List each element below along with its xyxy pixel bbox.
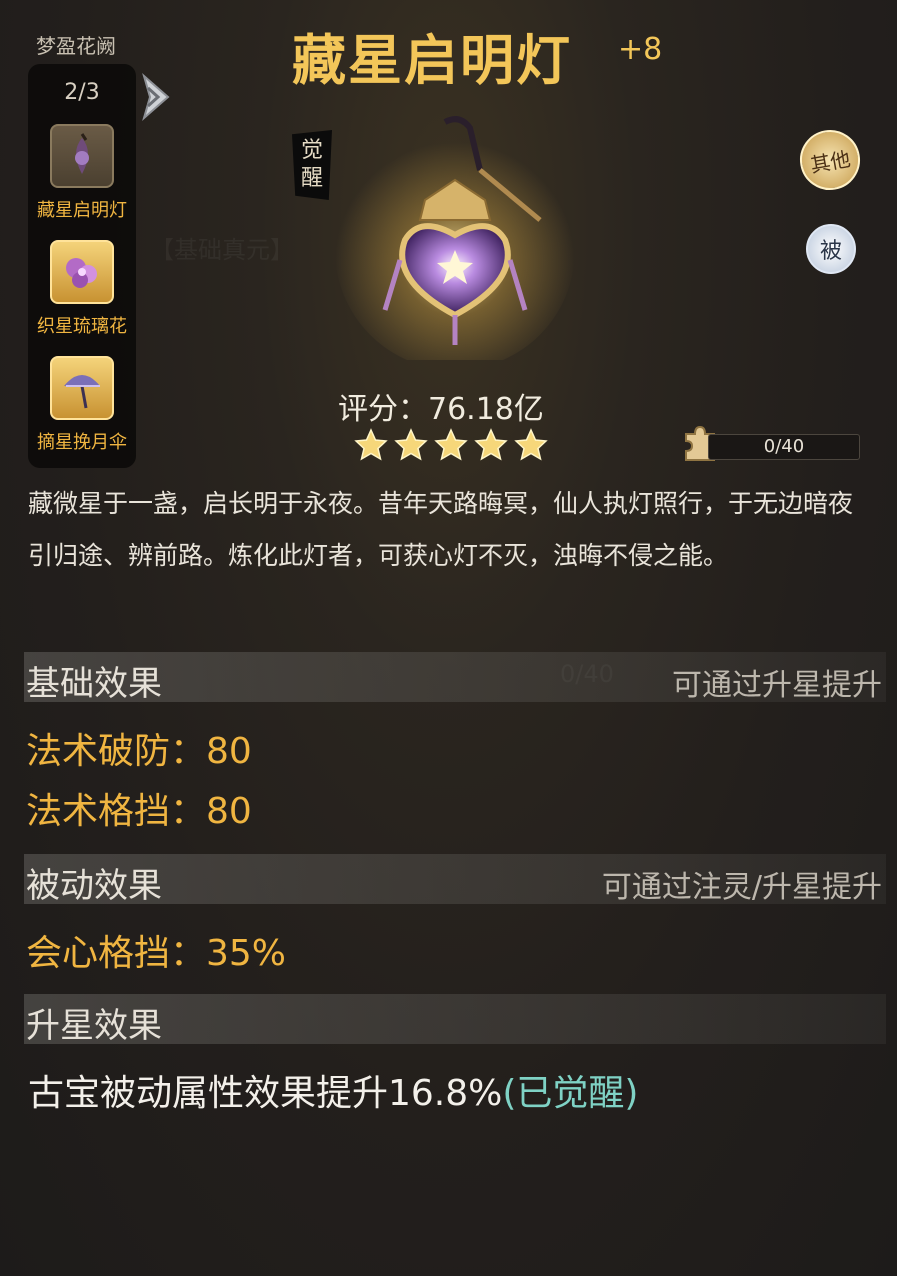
star-effect-header: 升星效果 [24,994,886,1046]
score-text: 评分：76.18亿 [338,392,544,427]
star-rating [354,428,548,462]
stat-magic-penetration: 法术破防：80 [26,731,252,772]
awakened-tag-char: 醒 [300,166,323,191]
bg-ghost-text: 【基础真元】 [150,236,294,264]
star-icon [394,428,428,461]
expand-arrow-icon[interactable] [140,72,172,122]
awakened-tag: 觉 醒 [292,130,332,200]
other-badge[interactable]: 其他 [795,125,865,195]
section-hint: 可通过升星提升 [672,668,882,703]
set-item-lamp[interactable]: 藏星启明灯 [28,124,136,222]
lamp-thumb-icon [50,124,114,188]
section-title: 升星效果 [26,1006,162,1046]
shard-progress-text: 0/40 [763,436,805,457]
set-item-label: 藏星启明灯 [37,200,127,221]
set-panel: 2/3 藏星启明灯 织星琉璃花 摘星挽月伞 [28,64,136,468]
awakened-status: (已觉醒) [502,1073,639,1114]
star-icon [434,428,468,461]
awakened-tag-char: 觉 [300,138,323,163]
stat-crit-block: 会心格挡：35% [26,933,287,974]
set-item-flower[interactable]: 织星琉璃花 [28,240,136,338]
badge-char: 他 [828,146,853,174]
star-effect-value: 古宝被动属性效果提升16.8% [28,1073,503,1114]
flower-thumb-icon [50,240,114,304]
item-title: 藏星启明灯 [292,29,572,92]
star-icon [474,428,508,461]
set-item-label: 织星琉璃花 [37,316,127,337]
star-icon [354,428,388,461]
stat-magic-block: 法术格挡：80 [26,791,252,832]
star-effect-text: 古宝被动属性效果提升16.8%(已觉醒) [28,1064,638,1116]
set-progress: 2/3 [64,80,100,105]
passive-effect-header: 被动效果 可通过注灵/升星提升 [24,854,886,906]
section-title: 基础效果 [26,664,162,704]
base-effect-header: 基础效果 可通过升星提升 [24,652,886,704]
umbrella-thumb-icon [50,356,114,420]
star-icon [514,428,548,461]
passive-badge[interactable]: 被 [806,224,856,274]
item-description: 藏微星于一盏，启长明于永夜。昔年天路晦冥，仙人执灯照行，于无边暗夜引归途、辨前路… [28,489,854,570]
set-item-label: 摘星挽月伞 [37,432,127,453]
set-name: 梦盈花阙 [36,34,116,58]
section-title: 被动效果 [26,866,162,906]
shard-progress-bar: 0/40 [708,434,860,460]
section-hint: 可通过注灵/升星提升 [601,870,882,905]
item-level: +8 [618,32,663,67]
set-item-umbrella[interactable]: 摘星挽月伞 [28,356,136,454]
lamp-artwork-icon [335,116,575,360]
